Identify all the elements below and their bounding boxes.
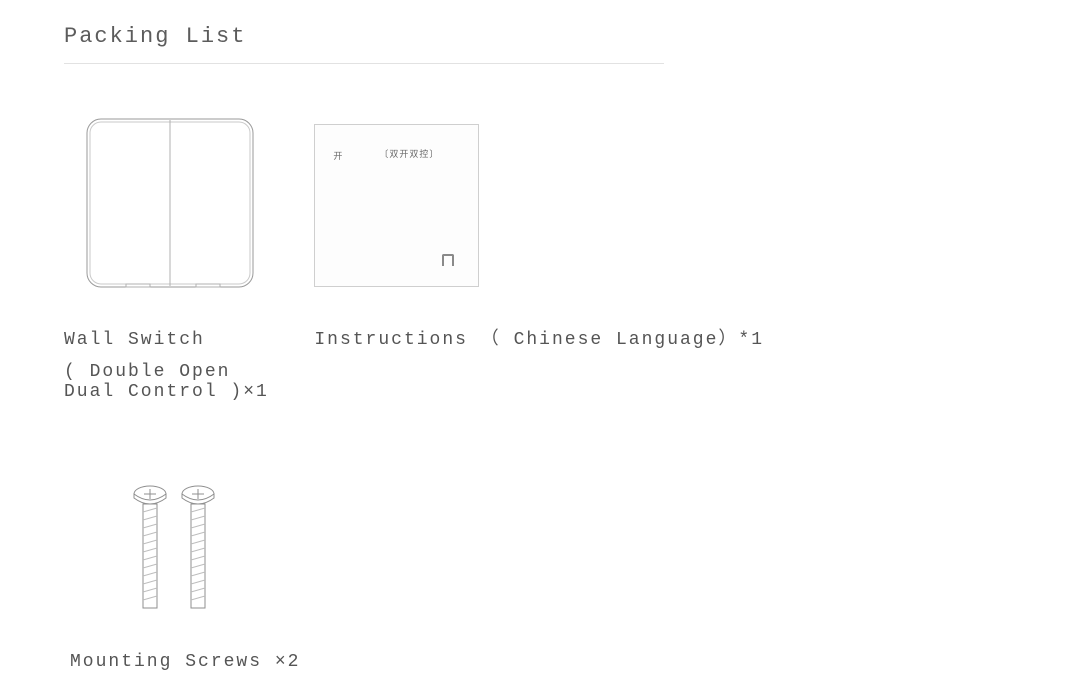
instructions-card-illustration: 开 〔双开双控〕 bbox=[314, 124, 479, 287]
instructions-label-text: Instructions （ Chinese Language）*1 bbox=[314, 330, 764, 350]
mounting-screws-label: Mounting Screws ×2 bbox=[70, 652, 300, 672]
item-instructions: 开 〔双开双控〕 Instructions （ Chinese Language… bbox=[314, 64, 764, 350]
instructions-card-mark: 开 bbox=[333, 149, 342, 162]
item-mounting-screws: Mounting Screws ×2 bbox=[64, 402, 764, 672]
wall-switch-illustration bbox=[86, 118, 254, 288]
item-wall-switch: Wall Switch ( Double Open Dual Control )… bbox=[64, 64, 284, 402]
items-row-1: Wall Switch ( Double Open Dual Control )… bbox=[64, 64, 764, 402]
instructions-card-chinese-text: 〔双开双控〕 bbox=[379, 147, 439, 160]
mounting-screws-illustration bbox=[124, 484, 224, 616]
packing-list-section: Packing List Wall Switch ( Double Open D… bbox=[0, 0, 764, 672]
section-title: Packing List bbox=[64, 24, 764, 49]
instructions-label: Instructions （ Chinese Language）*1 bbox=[314, 324, 764, 350]
wall-switch-label-line1: Wall Switch bbox=[64, 330, 205, 350]
wall-switch-label-line2: ( Double Open Dual Control )×1 bbox=[64, 362, 284, 402]
mijia-logo-icon bbox=[442, 254, 454, 266]
